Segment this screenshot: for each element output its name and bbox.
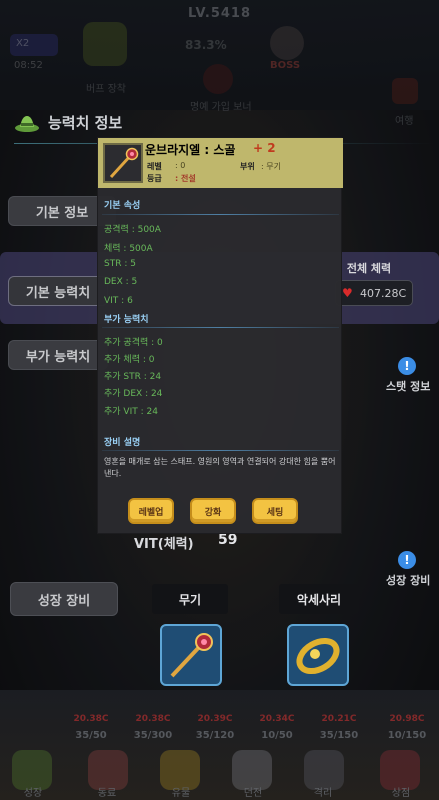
stat-line: VIT : 6 xyxy=(104,296,133,306)
hat-icon xyxy=(15,115,39,132)
item-header: 운브라지엘 : 스골 + 2 레벨 : 0 부위 : 무기 등급 : 전설 xyxy=(98,138,343,188)
part-label: 부위 xyxy=(240,162,255,171)
growth-info-label: 성장 장비 xyxy=(386,574,431,587)
grade-value: : 전설 xyxy=(175,174,196,183)
level-value: : 0 xyxy=(175,161,186,170)
basic-attr-divider xyxy=(102,214,339,215)
level-label: 레벨 xyxy=(147,162,162,171)
accessory-tab[interactable]: 악세사리 xyxy=(279,584,359,614)
tab-basic-stats[interactable]: 기본 능력치 xyxy=(8,276,108,306)
tab-basic-stats-label: 기본 능력치 xyxy=(25,285,91,301)
stat-line: DEX : 5 xyxy=(104,277,138,287)
desc-title: 장비 설명 xyxy=(104,438,141,448)
stat-line: 공격력 : 500A xyxy=(104,225,161,235)
count-4: 10/50 xyxy=(261,730,293,741)
count-3: 35/120 xyxy=(195,730,235,741)
stat-line: 추가 DEX : 24 xyxy=(104,389,163,399)
cost-2: 20.38C xyxy=(135,714,171,724)
growth-info-icon[interactable]: ! xyxy=(398,551,416,569)
stat-line: 체력 : 500A xyxy=(104,244,153,254)
stat-info-label: 스탯 정보 xyxy=(386,380,431,393)
stat-line: STR : 5 xyxy=(104,259,136,269)
nav-label-companion: 동료 xyxy=(97,788,117,799)
count-5: 35/150 xyxy=(319,730,359,741)
weapon-slot[interactable] xyxy=(160,624,222,686)
tab-basic-info-label: 기본 정보 xyxy=(35,205,89,221)
desc-divider xyxy=(102,450,339,451)
item-icon-frame xyxy=(103,143,143,183)
extra-attr-divider xyxy=(102,327,339,328)
extra-attr-title: 부가 능력치 xyxy=(104,315,149,325)
enhance-button[interactable]: 강화 xyxy=(190,498,236,524)
stat-line: 추가 공격력 : 0 xyxy=(104,338,163,348)
nav-label-relic: 유물 xyxy=(171,788,191,799)
count-6: 10/150 xyxy=(387,730,427,741)
tab-extra-stats-label: 부가 능력치 xyxy=(25,349,91,365)
stat-header: 능력치 정보 xyxy=(14,112,122,133)
page-title: 능력치 정보 xyxy=(48,114,123,132)
count-2: 35/300 xyxy=(133,730,173,741)
basic-attr-title: 기본 속성 xyxy=(104,201,141,211)
cost-6: 20.98C xyxy=(389,714,425,724)
staff-icon xyxy=(170,633,213,678)
stat-line: 추가 STR : 24 xyxy=(104,372,162,382)
nav-label-shop: 상점 xyxy=(391,788,411,799)
cost-5: 20.21C xyxy=(321,714,357,724)
equip-button[interactable]: 세팅 xyxy=(252,498,298,524)
stat-line: 추가 체력 : 0 xyxy=(104,355,155,365)
part-value: : 무기 xyxy=(261,162,281,171)
cost-3: 20.39C xyxy=(197,714,233,724)
cost-4: 20.34C xyxy=(259,714,295,724)
item-enhance: + 2 xyxy=(253,141,276,155)
item-detail-popup: 운브라지엘 : 스골 + 2 레벨 : 0 부위 : 무기 등급 : 전설 기본… xyxy=(97,137,343,534)
levelup-button[interactable]: 레벨업 xyxy=(128,498,174,524)
nav-label-isolation: 격리 xyxy=(313,788,333,799)
nav-label-growth: 성장 xyxy=(23,788,43,799)
count-1: 35/50 xyxy=(75,730,107,741)
nav-label-dungeon: 던전 xyxy=(243,788,263,799)
item-description: 영혼을 매개로 삼는 스태프. 영원의 영역과 연결되어 강대한 힘을 뿜어낸다… xyxy=(104,457,336,478)
bottom-nav xyxy=(0,690,439,800)
staff-icon xyxy=(109,147,139,179)
ring-icon xyxy=(296,637,340,675)
stat-info-icon[interactable]: ! xyxy=(398,357,416,375)
heart-icon: ♥ xyxy=(342,285,353,300)
vit-label: VIT(체력) xyxy=(134,537,194,552)
growth-equip-button[interactable]: 성장 장비 xyxy=(10,582,118,616)
item-name: 운브라지엘 : 스골 xyxy=(145,143,236,157)
cost-1: 20.38C xyxy=(73,714,109,724)
stat-line: 추가 VIT : 24 xyxy=(104,407,158,417)
weapon-tab[interactable]: 무기 xyxy=(152,584,228,614)
grade-label: 등급 xyxy=(147,174,162,183)
accessory-slot[interactable] xyxy=(287,624,349,686)
total-hp-value: 407.28C xyxy=(360,286,407,300)
total-hp-box: ♥ 407.28C xyxy=(335,280,413,306)
vit-value: 59 xyxy=(218,532,238,548)
growth-equip-label: 성장 장비 xyxy=(37,593,91,609)
tab-extra-stats[interactable]: 부가 능력치 xyxy=(8,340,108,370)
